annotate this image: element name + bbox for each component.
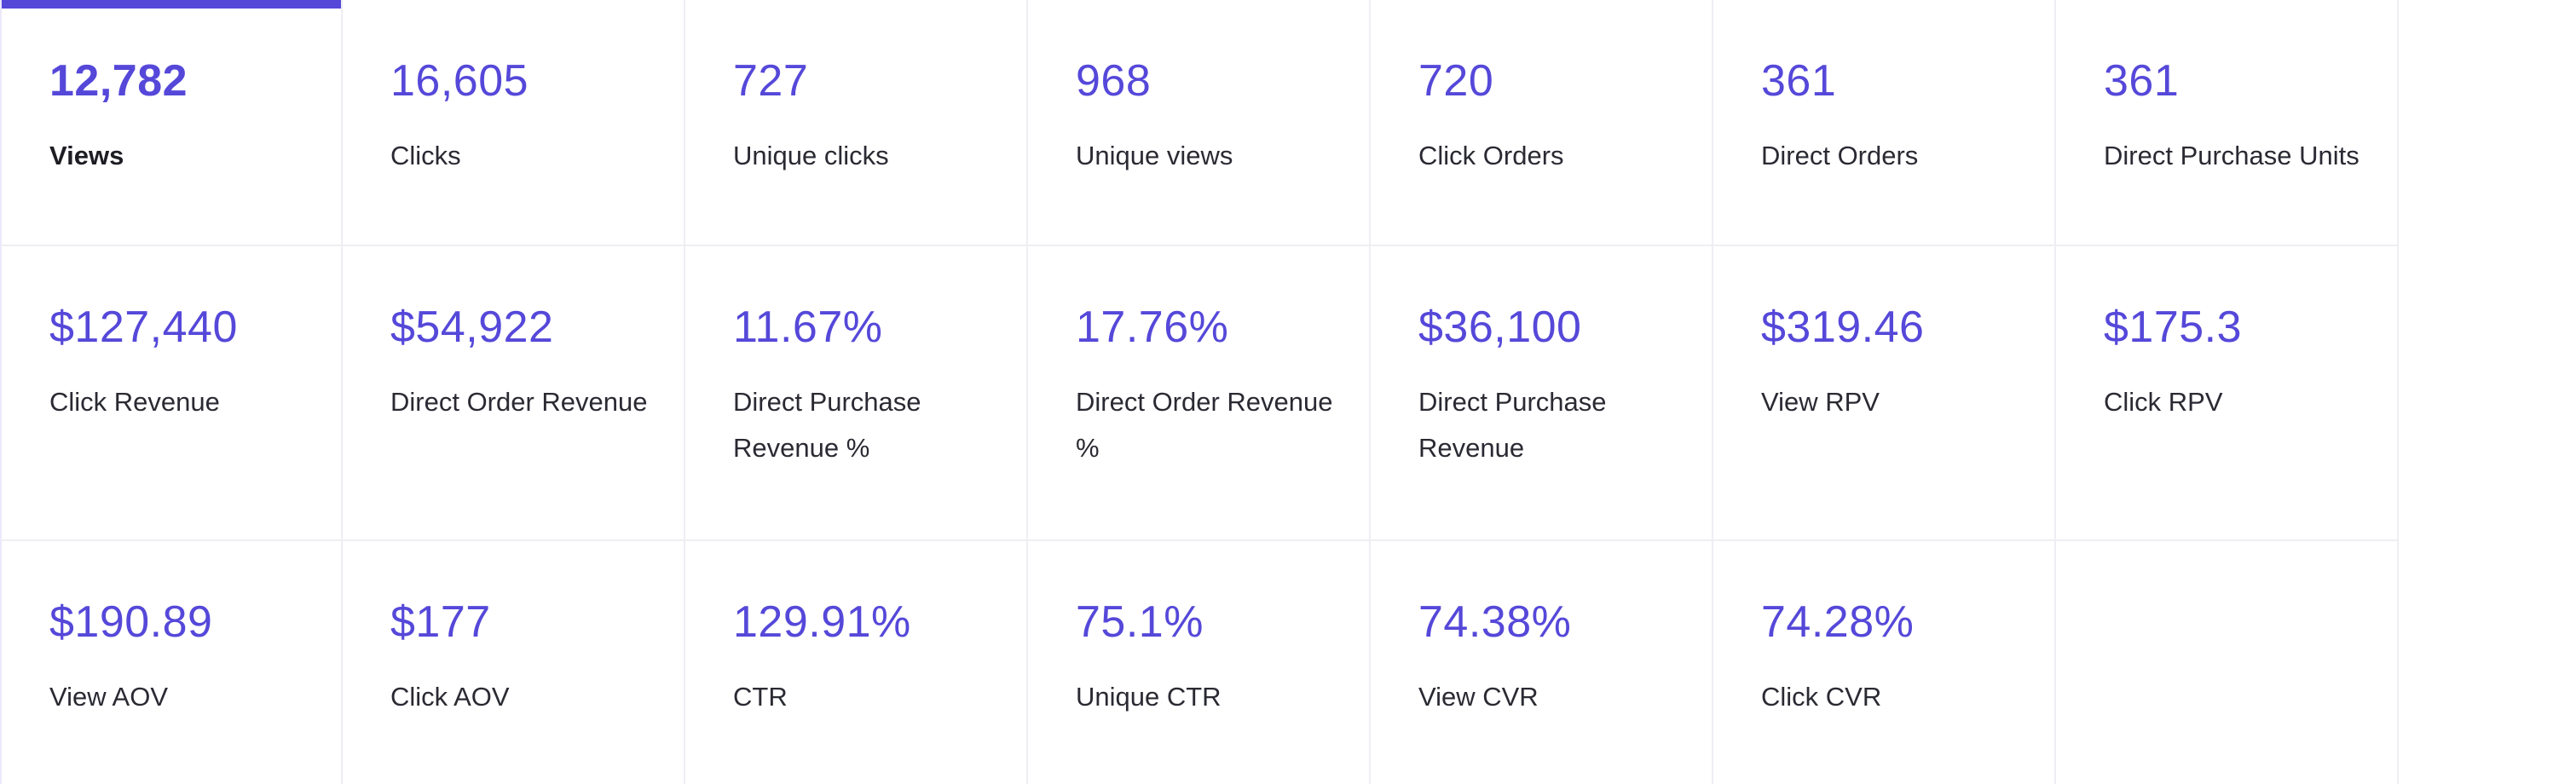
metric-value: $54,922 — [390, 303, 554, 352]
metric-card-direct-purchase-revenue-pct[interactable]: 11.67% Direct Purchase Revenue % — [685, 246, 1028, 541]
metric-card-ctr[interactable]: 129.91% CTR — [685, 541, 1028, 784]
metric-label: Click AOV — [390, 682, 510, 712]
metric-label: Click Orders — [1418, 141, 1564, 170]
metric-label: Direct Order Revenue — [390, 387, 648, 417]
metric-card-unique-clicks[interactable]: 727 Unique clicks — [685, 0, 1028, 246]
metric-value: 74.38% — [1418, 597, 1572, 647]
metric-card-click-revenue[interactable]: $127,440 Click Revenue — [0, 246, 343, 541]
metric-value: 727 — [733, 56, 809, 106]
metric-card-click-rpv[interactable]: $175.3 Click RPV — [2056, 246, 2399, 541]
metric-label: Direct Purchase Units — [2104, 141, 2359, 170]
metric-label: View AOV — [49, 682, 169, 712]
metric-label: Click CVR — [1761, 682, 1882, 712]
metric-label: Direct Purchase Revenue — [1418, 387, 1607, 463]
metric-value: 361 — [2104, 56, 2180, 106]
metric-card-view-aov[interactable]: $190.89 View AOV — [0, 541, 343, 784]
metrics-grid: 12,782 Views 16,605 Clicks 727 Unique cl… — [0, 0, 2399, 784]
metric-card-clicks[interactable]: 16,605 Clicks — [343, 0, 685, 246]
metric-value: $319.46 — [1761, 303, 1925, 352]
metric-value: $127,440 — [49, 303, 238, 352]
metric-card-direct-order-revenue[interactable]: $54,922 Direct Order Revenue — [343, 246, 685, 541]
metric-label: Unique views — [1076, 141, 1233, 170]
metric-card-views[interactable]: 12,782 Views — [0, 0, 343, 246]
metric-value: 74.28% — [1761, 597, 1915, 647]
metric-card-view-cvr[interactable]: 74.38% View CVR — [1371, 541, 1713, 784]
metric-value: 16,605 — [390, 56, 529, 106]
metric-value: 129.91% — [733, 597, 911, 647]
metric-value: 75.1% — [1076, 597, 1204, 647]
metric-value: 11.67% — [733, 303, 883, 352]
metric-card-direct-purchase-units[interactable]: 361 Direct Purchase Units — [2056, 0, 2399, 246]
metric-value: 968 — [1076, 56, 1152, 106]
metric-label: Direct Orders — [1761, 141, 1919, 170]
metric-label: Click RPV — [2104, 387, 2223, 417]
metric-label: Views — [49, 141, 124, 170]
metric-value: 720 — [1418, 56, 1494, 106]
empty-cell — [2056, 541, 2399, 784]
metric-label: CTR — [733, 682, 788, 712]
metric-label: Clicks — [390, 141, 461, 170]
metric-card-direct-orders[interactable]: 361 Direct Orders — [1713, 0, 2056, 246]
metric-value: $36,100 — [1418, 303, 1582, 352]
metric-label: Direct Purchase Revenue % — [733, 387, 921, 463]
metric-value: 12,782 — [49, 56, 188, 106]
metric-label: Unique CTR — [1076, 682, 1222, 712]
metric-value: $175.3 — [2104, 303, 2243, 352]
metric-card-view-rpv[interactable]: $319.46 View RPV — [1713, 246, 2056, 541]
metric-label: Unique clicks — [733, 141, 889, 170]
metric-label: Click Revenue — [49, 387, 220, 417]
metric-card-unique-views[interactable]: 968 Unique views — [1028, 0, 1371, 246]
metric-value: 17.76% — [1076, 303, 1229, 352]
metric-card-direct-purchase-revenue[interactable]: $36,100 Direct Purchase Revenue — [1371, 246, 1713, 541]
metric-card-click-orders[interactable]: 720 Click Orders — [1371, 0, 1713, 246]
metric-value: $190.89 — [49, 597, 213, 647]
metric-card-click-aov[interactable]: $177 Click AOV — [343, 541, 685, 784]
metric-label: Direct Order Revenue % — [1076, 387, 1333, 463]
metric-label: View RPV — [1761, 387, 1880, 417]
metric-card-direct-order-revenue-pct[interactable]: 17.76% Direct Order Revenue % — [1028, 246, 1371, 541]
metric-value: $177 — [390, 597, 491, 647]
metric-card-click-cvr[interactable]: 74.28% Click CVR — [1713, 541, 2056, 784]
metric-card-unique-ctr[interactable]: 75.1% Unique CTR — [1028, 541, 1371, 784]
metric-label: View CVR — [1418, 682, 1539, 712]
metric-value: 361 — [1761, 56, 1837, 106]
